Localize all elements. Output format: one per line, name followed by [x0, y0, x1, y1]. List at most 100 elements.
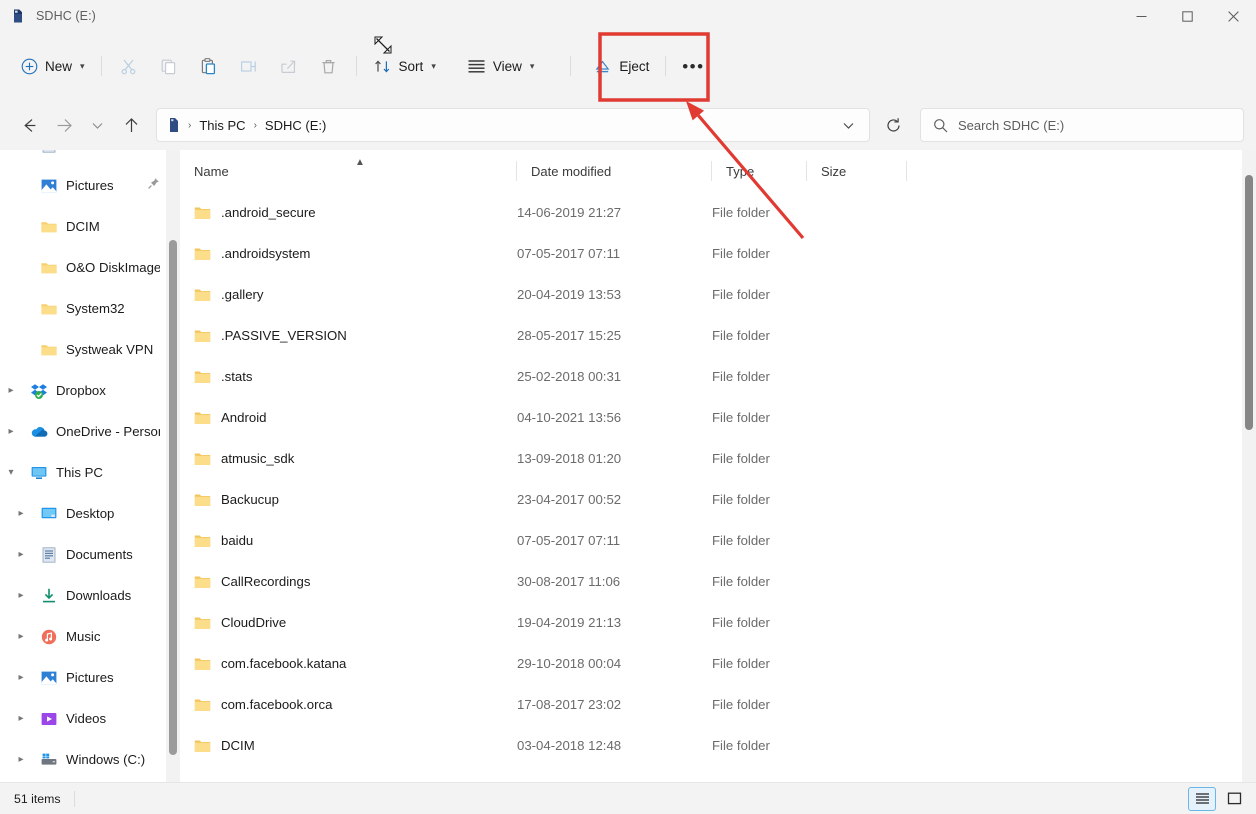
sidebar-item-downloads[interactable]: ▸ Downloads — [10, 575, 166, 616]
chevron-right-icon[interactable]: ▸ — [10, 672, 32, 683]
sidebar-item-label: Pictures — [66, 670, 114, 685]
paste-button[interactable] — [189, 49, 229, 83]
table-row[interactable]: .android_secure 14-06-2019 21:27 File fold… — [180, 192, 1256, 233]
breadcrumb-item-sdhc[interactable]: SDHC (E:) — [260, 115, 331, 136]
sidebar-item-this-pc[interactable]: ▾ This PC — [0, 452, 166, 493]
table-row[interactable]: CallRecordings 30-08-2017 11:06 File folde… — [180, 561, 1256, 602]
breadcrumb-item-this-pc[interactable]: This PC — [194, 115, 250, 136]
column-header-size[interactable]: Size — [807, 150, 907, 192]
sidebar-item-documents[interactable]: Documents — [10, 150, 166, 165]
maximize-button[interactable] — [1164, 0, 1210, 32]
file-size-cell — [807, 520, 907, 561]
status-bar: 51 items — [0, 782, 1256, 814]
search-box[interactable]: Search SDHC (E:) — [920, 108, 1244, 142]
view-button[interactable]: View ▾ — [453, 46, 549, 86]
sidebar-scrollbar-thumb[interactable] — [169, 240, 177, 755]
chevron-right-icon[interactable]: ▸ — [0, 426, 22, 437]
file-name-label: CallRecordings — [221, 574, 311, 589]
eject-button-label: Eject — [619, 58, 650, 74]
pin-icon[interactable] — [147, 150, 160, 154]
sidebar-item-desktop[interactable]: ▸ Desktop — [10, 493, 166, 534]
folder-icon — [194, 533, 211, 548]
delete-button[interactable] — [309, 49, 349, 83]
rename-button[interactable] — [229, 49, 269, 83]
table-row[interactable]: atmusic_sdk 13-09-2018 01:20 File folder — [180, 438, 1256, 479]
share-icon — [281, 60, 296, 73]
table-row[interactable]: baidu 07-05-2017 07:11 File folder — [180, 520, 1256, 561]
file-date-modified-cell: 23-04-2017 00:52 — [517, 492, 622, 507]
eject-button[interactable]: Eject — [584, 49, 658, 83]
forward-button[interactable] — [46, 108, 80, 142]
close-button[interactable] — [1210, 0, 1256, 32]
drive-windows-icon — [40, 751, 58, 769]
table-row[interactable]: .PASSIVE_VERSION 28-05-2017 15:25 File fol… — [180, 315, 1256, 356]
sidebar-item-system32[interactable]: System32 — [10, 288, 166, 329]
file-size-cell — [807, 233, 907, 274]
chevron-down-icon[interactable]: ▾ — [0, 467, 22, 478]
cut-button[interactable] — [109, 49, 149, 83]
refresh-button[interactable] — [876, 108, 910, 142]
sidebar-item-videos[interactable]: ▸ Videos — [10, 698, 166, 739]
table-row[interactable]: .gallery 20-04-2019 13:53 File folder — [180, 274, 1256, 315]
table-row[interactable]: .stats 25-02-2018 00:31 File folder — [180, 356, 1256, 397]
large-icons-view-button[interactable] — [1220, 787, 1248, 811]
breadcrumb-separator: › — [188, 119, 192, 131]
column-header-type-label: Type — [726, 163, 755, 179]
file-size-cell — [807, 561, 907, 602]
file-list-scrollbar-thumb[interactable] — [1245, 175, 1253, 430]
file-name-cell: Backucup — [180, 479, 517, 520]
chevron-right-icon[interactable]: ▸ — [10, 549, 32, 560]
folder-icon — [194, 246, 211, 261]
chevron-right-icon[interactable]: ▸ — [10, 713, 32, 724]
pin-icon[interactable] — [147, 177, 160, 195]
column-header-date-modified[interactable]: Date modified — [517, 150, 712, 192]
address-bar[interactable]: › This PC › SDHC (E:) — [156, 108, 870, 142]
recent-locations-button[interactable] — [80, 108, 114, 142]
copy-button[interactable] — [149, 49, 189, 83]
back-button[interactable] — [12, 108, 46, 142]
chevron-right-icon[interactable]: ▸ — [10, 590, 32, 601]
navigation-pane[interactable]: Documents Pictures DCIM O&O DiskImage System… — [0, 150, 180, 782]
sidebar-item-onedrive-person[interactable]: ▸ OneDrive - Person — [0, 411, 166, 452]
sidebar-item-dropbox[interactable]: ▸ Dropbox — [0, 370, 166, 411]
search-input[interactable]: Search SDHC (E:) — [958, 118, 1064, 133]
column-header-type[interactable]: Type — [712, 150, 807, 192]
table-row[interactable]: .androidsystem 07-05-2017 07:11 File folde… — [180, 233, 1256, 274]
chevron-right-icon[interactable]: ▸ — [10, 754, 32, 765]
sidebar-item-windows-c[interactable]: ▸ Windows (C:) — [10, 739, 166, 780]
table-row[interactable]: com.facebook.katana 29-10-2018 00:04 File … — [180, 643, 1256, 684]
table-row[interactable]: DCIM 03-04-2018 12:48 File folder — [180, 725, 1256, 766]
title-bar: SDHC (E:) — [0, 0, 1256, 32]
details-view-button[interactable] — [1188, 786, 1216, 811]
sidebar-item-label: Documents — [66, 150, 133, 152]
trash-icon — [322, 59, 335, 73]
table-row[interactable]: CloudDrive 19-04-2019 21:13 File folder — [180, 602, 1256, 643]
chevron-right-icon[interactable]: ▸ — [10, 508, 32, 519]
file-rows: .android_secure 14-06-2019 21:27 File fold… — [180, 192, 1256, 766]
more-options-button[interactable]: ••• — [673, 49, 713, 83]
sidebar-item-label: Pictures — [66, 178, 114, 193]
sidebar-item-documents[interactable]: ▸ Documents — [10, 534, 166, 575]
chevron-right-icon[interactable]: ▸ — [0, 385, 22, 396]
sidebar-item-pictures[interactable]: Pictures — [10, 165, 166, 206]
minimize-button[interactable] — [1118, 0, 1164, 32]
sidebar-item-systweak-vpn[interactable]: Systweak VPN — [10, 329, 166, 370]
column-header-name[interactable]: Name ▲ — [180, 150, 517, 192]
column-header-name-label: Name — [194, 163, 229, 179]
sidebar-item-pictures[interactable]: ▸ Pictures — [10, 657, 166, 698]
sidebar-item-music[interactable]: ▸ Music — [10, 616, 166, 657]
file-type-cell: File folder — [712, 533, 770, 548]
file-size-cell — [807, 643, 907, 684]
table-row[interactable]: Android 04-10-2021 13:56 File folder — [180, 397, 1256, 438]
table-row[interactable]: Backucup 23-04-2017 00:52 File folder — [180, 479, 1256, 520]
sidebar-item-o-o-diskimage[interactable]: O&O DiskImage — [10, 247, 166, 288]
folder-icon — [40, 300, 58, 318]
music-icon — [40, 628, 58, 646]
share-button[interactable] — [269, 49, 309, 83]
sidebar-item-dcim[interactable]: DCIM — [10, 206, 166, 247]
address-dropdown-button[interactable] — [833, 110, 863, 140]
up-button[interactable] — [114, 108, 148, 142]
new-button[interactable]: New ▾ — [12, 49, 94, 83]
table-row[interactable]: com.facebook.orca 17-08-2017 23:02 File fo… — [180, 684, 1256, 725]
chevron-right-icon[interactable]: ▸ — [10, 631, 32, 642]
